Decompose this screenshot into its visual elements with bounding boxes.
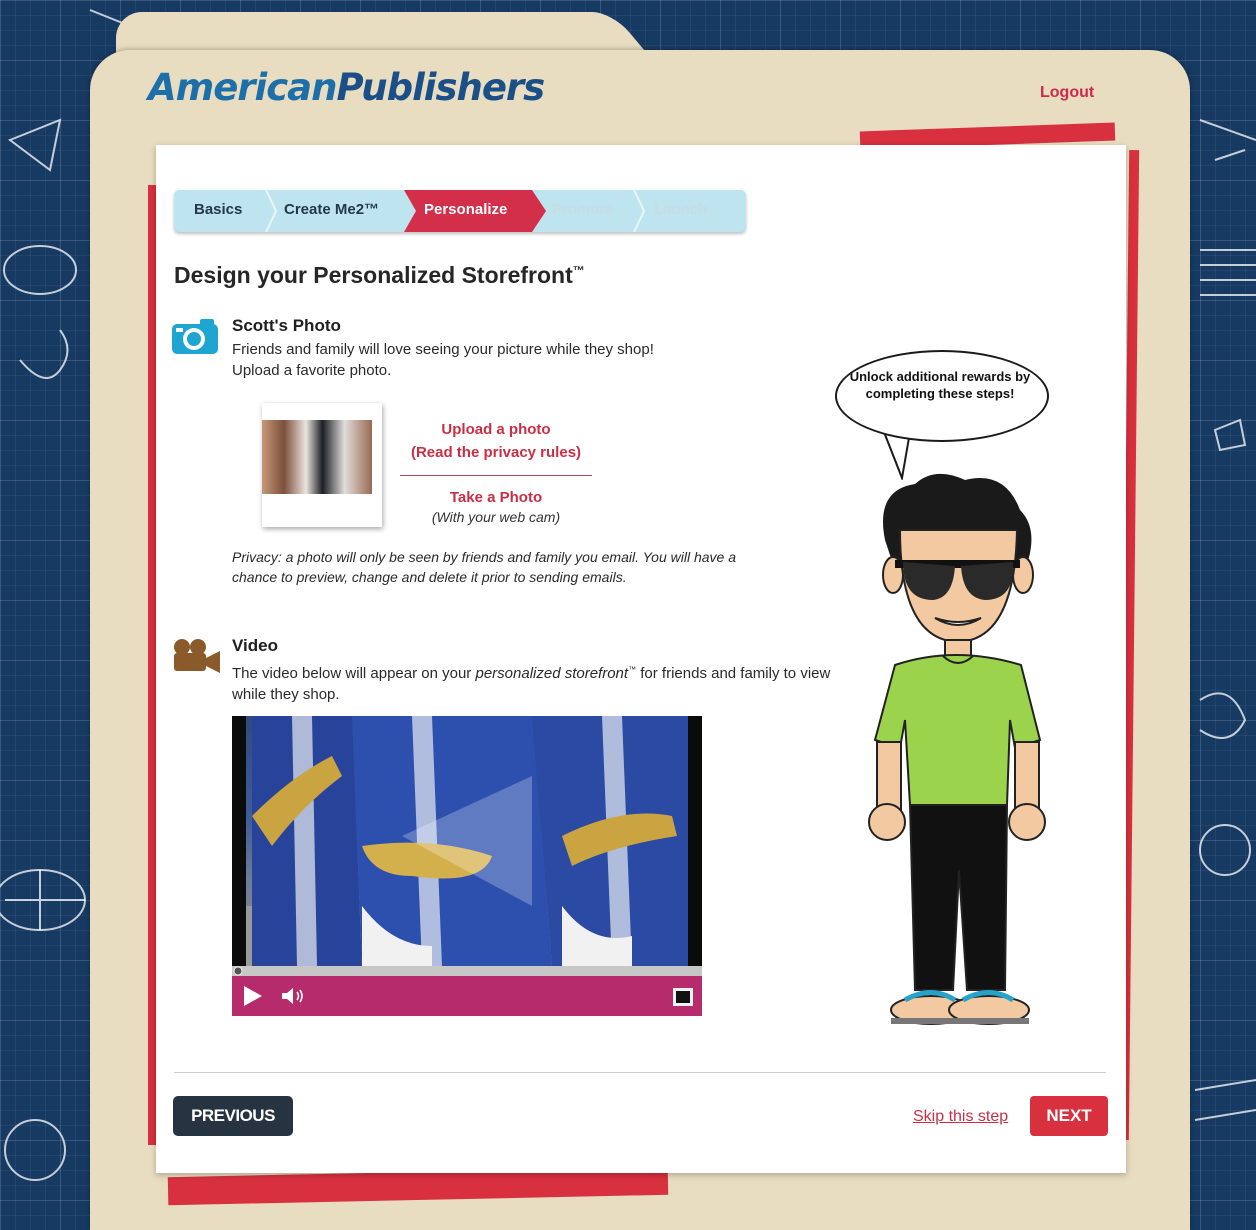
logout-link[interactable]: Logout [1040, 84, 1094, 102]
photo-description-line2: Upload a favorite photo. [232, 362, 392, 379]
privacy-note: Privacy: a photo will only be seen by fr… [232, 549, 737, 585]
speech-bubble-text: Unlock additional rewards by completing … [849, 369, 1031, 401]
step-separator [265, 190, 278, 232]
next-button[interactable]: NEXT [1030, 1096, 1108, 1136]
step-create-me2[interactable]: Create Me2™ [284, 190, 379, 232]
take-photo-link[interactable]: Take a Photo [400, 489, 592, 506]
video-section-heading: Video [232, 636, 278, 655]
privacy-rules-link[interactable]: (Read the privacy rules) [400, 444, 592, 461]
video-section-description: The video below will appear on your pers… [232, 659, 832, 705]
step-promote[interactable]: Promote [552, 190, 613, 232]
avatar-character [868, 473, 1046, 1025]
photo-thumbnail [262, 420, 372, 494]
brand-logo: AmericanPublishers [148, 66, 545, 109]
page-title: Design your Personalized Storefront™ [174, 262, 585, 289]
photo-section-heading: Scott's Photo [232, 316, 341, 335]
camera-icon [172, 319, 218, 354]
photo-description-line1: Friends and family will love seeing your… [232, 341, 654, 358]
video-frame [232, 716, 702, 966]
step-basics[interactable]: Basics [194, 190, 242, 232]
step-arrow-left [404, 190, 416, 232]
video-text-mark: ™ [628, 665, 637, 674]
play-icon[interactable] [240, 984, 264, 1008]
video-text-before: The video below will appear on your [232, 665, 476, 682]
step-arrow-right [532, 190, 546, 232]
photo-section-description: Friends and family will love seeing your… [232, 339, 792, 381]
photo-preview-frame [262, 403, 382, 527]
footer-divider [174, 1072, 1106, 1073]
video-progress-bar[interactable] [232, 966, 702, 976]
step-progress-bar: Basics Create Me2™ Personalize Promote L… [174, 190, 746, 232]
webcam-note: (With your web cam) [431, 509, 561, 525]
video-controls [232, 976, 702, 1016]
trademark-mark: ™ [572, 263, 585, 278]
skip-step-link[interactable]: Skip this step [913, 1108, 1008, 1126]
video-text-italic: personalized storefront [475, 665, 629, 682]
step-personalize[interactable]: Personalize [404, 190, 532, 232]
video-player[interactable] [232, 716, 702, 966]
step-launch[interactable]: Launch [654, 190, 707, 232]
upload-photo-link[interactable]: Upload a photo [400, 421, 592, 438]
previous-button[interactable]: PREVIOUS [173, 1096, 293, 1136]
fullscreen-icon[interactable] [672, 987, 694, 1007]
volume-icon[interactable] [280, 986, 306, 1006]
photo-options-divider [400, 475, 592, 476]
video-camera-icon [174, 639, 220, 673]
logo-part-publishers: Publishers [336, 66, 545, 109]
step-separator [633, 190, 646, 232]
logo-part-american: American [148, 66, 337, 109]
page-title-text: Design your Personalized Storefront [174, 262, 573, 288]
